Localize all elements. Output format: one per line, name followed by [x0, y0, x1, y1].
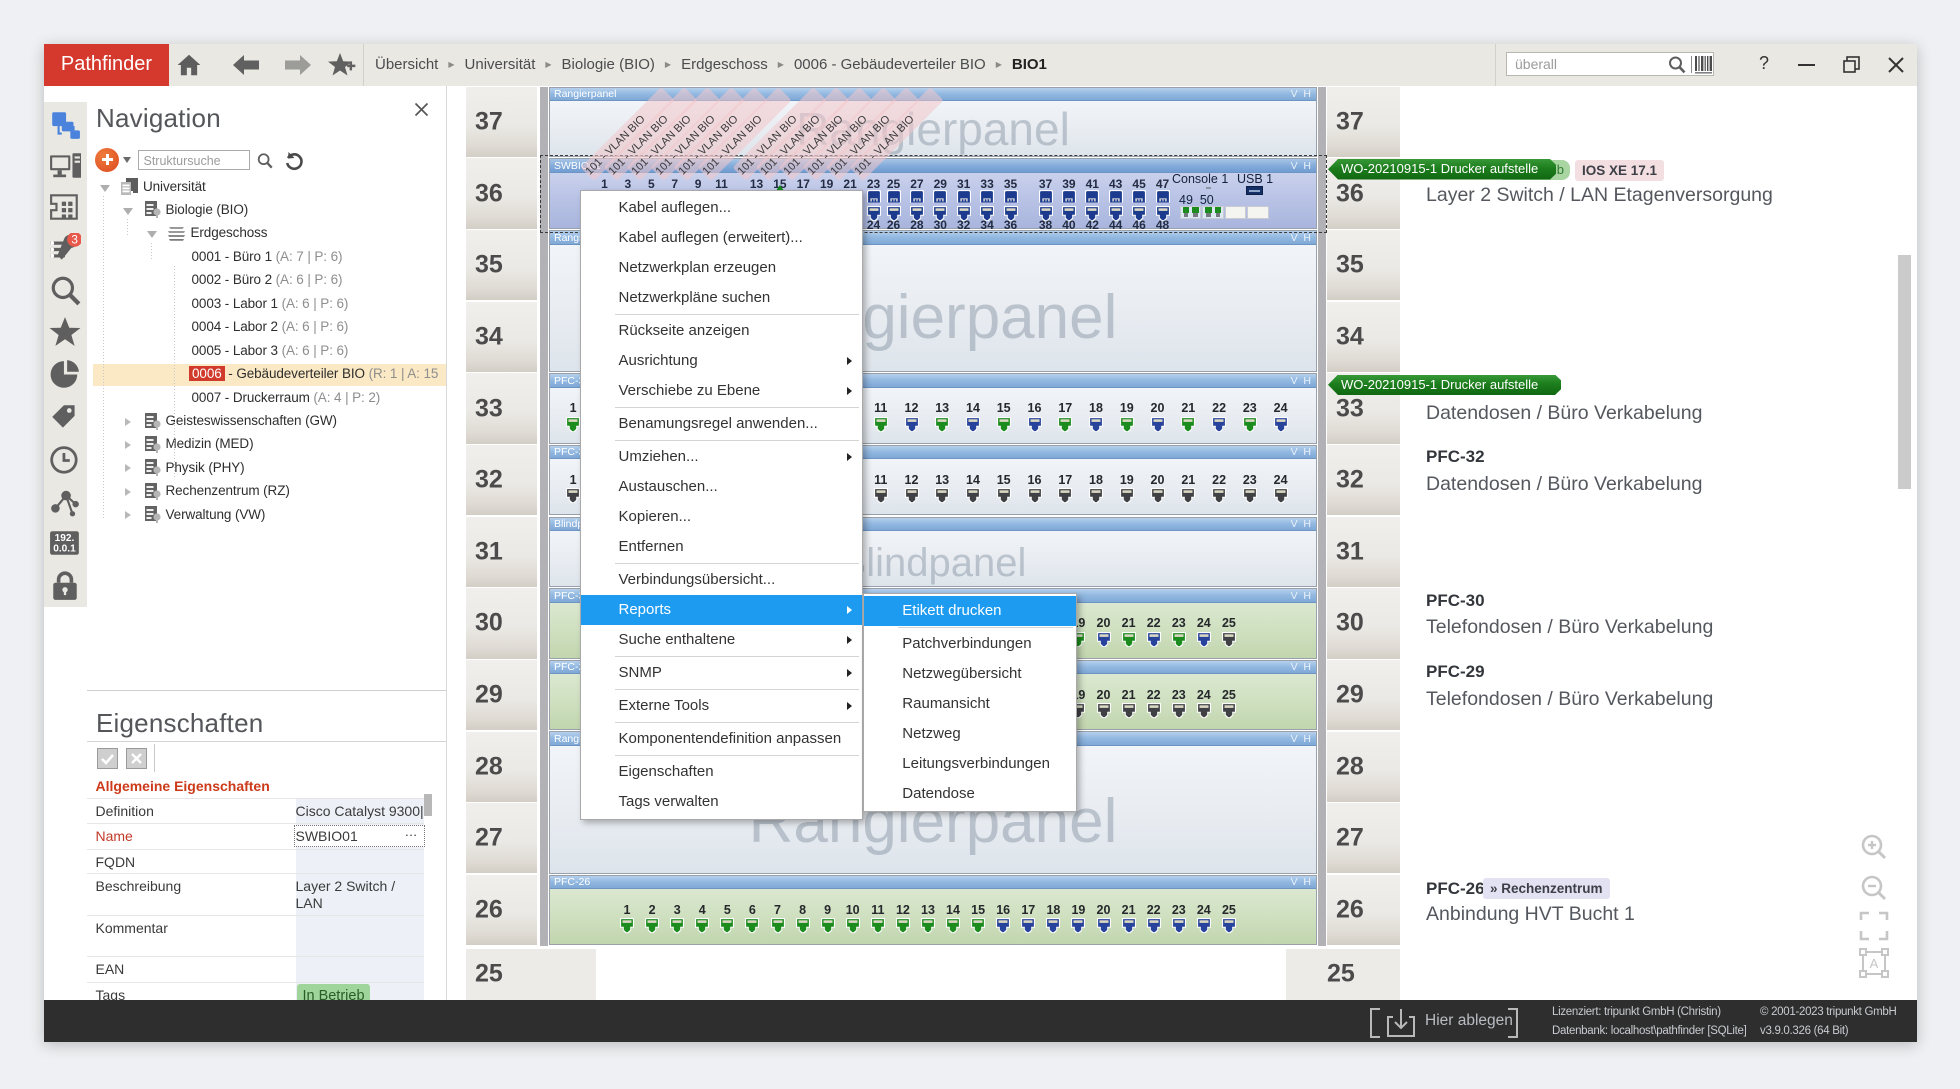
svg-text:192.: 192.: [55, 533, 75, 544]
svg-text:0.0.1: 0.0.1: [53, 544, 76, 555]
svg-text:A: A: [1870, 956, 1879, 971]
svg-text:3: 3: [71, 234, 78, 247]
